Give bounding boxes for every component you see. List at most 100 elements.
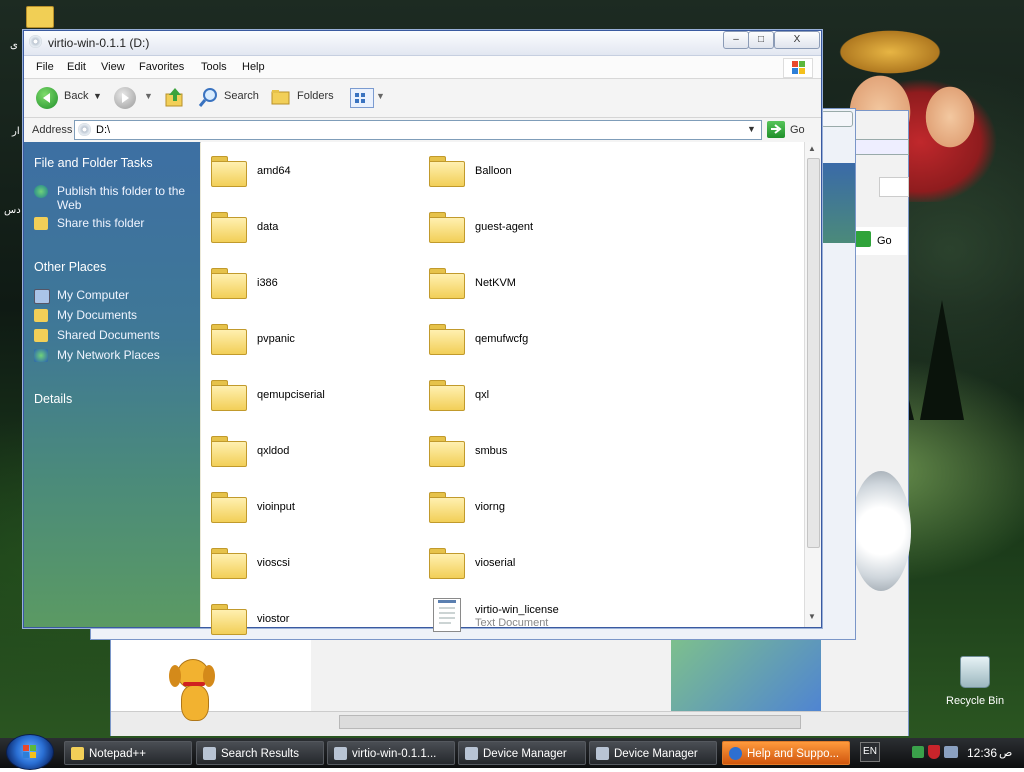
menu-file[interactable]: File: [36, 61, 54, 73]
menu-edit[interactable]: Edit: [67, 61, 86, 73]
scrollbar-thumb[interactable]: [339, 715, 801, 729]
network-tray-icon[interactable]: [912, 746, 924, 758]
minimize-button[interactable]: –: [723, 31, 749, 49]
back-button-label[interactable]: Back: [64, 90, 88, 102]
taskbar-button[interactable]: Help and Suppo...: [722, 741, 850, 765]
file-type: Text Document: [475, 617, 549, 629]
file-folder-tasks-title[interactable]: File and Folder Tasks: [34, 156, 153, 170]
taskbar-button[interactable]: Device Manager: [458, 741, 586, 765]
forward-dropdown-icon[interactable]: ▼: [144, 91, 153, 101]
folder-item[interactable]: qxldod: [209, 432, 419, 478]
place-my-documents[interactable]: My Documents: [57, 308, 137, 322]
folder-item[interactable]: viostor: [209, 600, 419, 646]
taskbar-button-label: Search Results: [221, 748, 299, 760]
place-my-computer[interactable]: My Computer: [57, 288, 129, 302]
go-arrow-icon: [855, 231, 871, 247]
scrollbar-thumb[interactable]: [807, 158, 820, 548]
folder-item[interactable]: NetKVM: [427, 264, 637, 310]
clock[interactable]: 12:36: [967, 746, 997, 760]
recycle-bin-icon[interactable]: [960, 656, 990, 688]
details-title[interactable]: Details: [34, 392, 72, 406]
file-list: amd64 Balloon data guest-agent i386 NetKVM pvp…: [201, 142, 804, 635]
vertical-scrollbar[interactable]: ▲ ▼: [804, 142, 821, 627]
address-input[interactable]: D:\ ▼: [74, 120, 762, 140]
taskbar-button[interactable]: virtio-win-0.1.1...: [327, 741, 455, 765]
clock-ampm: ص: [999, 747, 1013, 759]
scroll-down-icon[interactable]: ▼: [808, 612, 816, 621]
recycle-bin-label: Recycle Bin: [946, 695, 1005, 707]
forward-arrow-icon[interactable]: [114, 87, 136, 109]
folder-icon: [211, 380, 247, 411]
up-folder-icon[interactable]: [164, 86, 186, 108]
start-button[interactable]: [6, 734, 54, 770]
views-icon[interactable]: [350, 88, 374, 108]
folder-item[interactable]: qemufwcfg: [427, 320, 637, 366]
place-shared-documents[interactable]: Shared Documents: [57, 328, 160, 342]
taskbar-button[interactable]: Search Results: [196, 741, 324, 765]
close-button[interactable]: [821, 111, 853, 127]
language-indicator[interactable]: EN: [860, 742, 880, 762]
file-name: amd64: [257, 165, 291, 177]
back-arrow-icon[interactable]: [36, 87, 58, 109]
go-button-label[interactable]: Go: [790, 124, 805, 136]
my-computer-icon: [34, 289, 50, 304]
menu-help[interactable]: Help: [242, 61, 265, 73]
taskbar-button[interactable]: Device Manager: [589, 741, 717, 765]
search-button-label[interactable]: Search: [224, 90, 259, 102]
address-dropdown-icon[interactable]: ▼: [747, 124, 756, 134]
folder-item[interactable]: vioinput: [209, 488, 419, 534]
task-share-folder[interactable]: Share this folder: [57, 216, 144, 230]
folder-item[interactable]: vioscsi: [209, 544, 419, 590]
maximize-button[interactable]: □: [748, 31, 774, 49]
windows-logo-icon: [879, 177, 909, 197]
share-folder-icon: [34, 217, 48, 230]
desktop-fragment: ى: [10, 40, 18, 51]
title-bar[interactable]: virtio-win-0.1.1 (D:) – □ X: [24, 31, 821, 56]
scroll-up-icon[interactable]: ▲: [808, 144, 816, 153]
menu-view[interactable]: View: [101, 61, 125, 73]
tree-silhouette: [920, 300, 964, 420]
folder-icon: [211, 604, 247, 635]
folder-item[interactable]: amd64: [209, 152, 419, 198]
file-name: Balloon: [475, 165, 512, 177]
folder-item[interactable]: qxl: [427, 376, 637, 422]
close-button-bg[interactable]: [851, 139, 909, 155]
volume-tray-icon[interactable]: [944, 746, 958, 758]
search-companion-dog[interactable]: [165, 655, 225, 725]
views-dropdown-icon[interactable]: ▼: [376, 91, 385, 101]
menu-favorites[interactable]: Favorites: [139, 61, 184, 73]
menu-tools[interactable]: Tools: [201, 61, 227, 73]
security-shield-icon[interactable]: [928, 745, 940, 759]
close-button[interactable]: X: [774, 31, 820, 49]
globe-icon: [34, 185, 48, 198]
folders-button-label[interactable]: Folders: [297, 90, 334, 102]
folders-icon[interactable]: [271, 88, 291, 106]
folder-item[interactable]: i386: [209, 264, 419, 310]
folder-item[interactable]: data: [209, 208, 419, 254]
folder-item[interactable]: smbus: [427, 432, 637, 478]
search-icon[interactable]: [198, 86, 220, 108]
go-arrow-icon[interactable]: [767, 121, 785, 138]
other-places-title[interactable]: Other Places: [34, 260, 106, 274]
taskbar-button[interactable]: Notepad++: [64, 741, 192, 765]
help-icon: [729, 747, 742, 760]
folder-item[interactable]: Balloon: [427, 152, 637, 198]
text-document-icon: [433, 598, 461, 632]
cd-drive-icon: [334, 747, 347, 760]
folder-icon: [429, 268, 465, 299]
back-dropdown-icon[interactable]: ▼: [93, 91, 102, 101]
cd-disc-icon: [851, 471, 911, 591]
network-places-icon: [34, 349, 48, 362]
folder-item[interactable]: viorng: [427, 488, 637, 534]
folder-item[interactable]: pvpanic: [209, 320, 419, 366]
file-name: qxldod: [257, 445, 290, 457]
place-my-network-places[interactable]: My Network Places: [57, 348, 160, 362]
cd-drive-icon: [29, 35, 42, 48]
folder-item[interactable]: guest-agent: [427, 208, 637, 254]
file-name: guest-agent: [475, 221, 534, 233]
folder-item[interactable]: vioserial: [427, 544, 637, 590]
file-item[interactable]: virtio-win_license Text Document: [427, 598, 637, 646]
desktop-folder-icon[interactable]: [26, 6, 54, 28]
task-publish-folder[interactable]: Publish this folder to the Web: [57, 184, 197, 212]
folder-item[interactable]: qemupciserial: [209, 376, 419, 422]
